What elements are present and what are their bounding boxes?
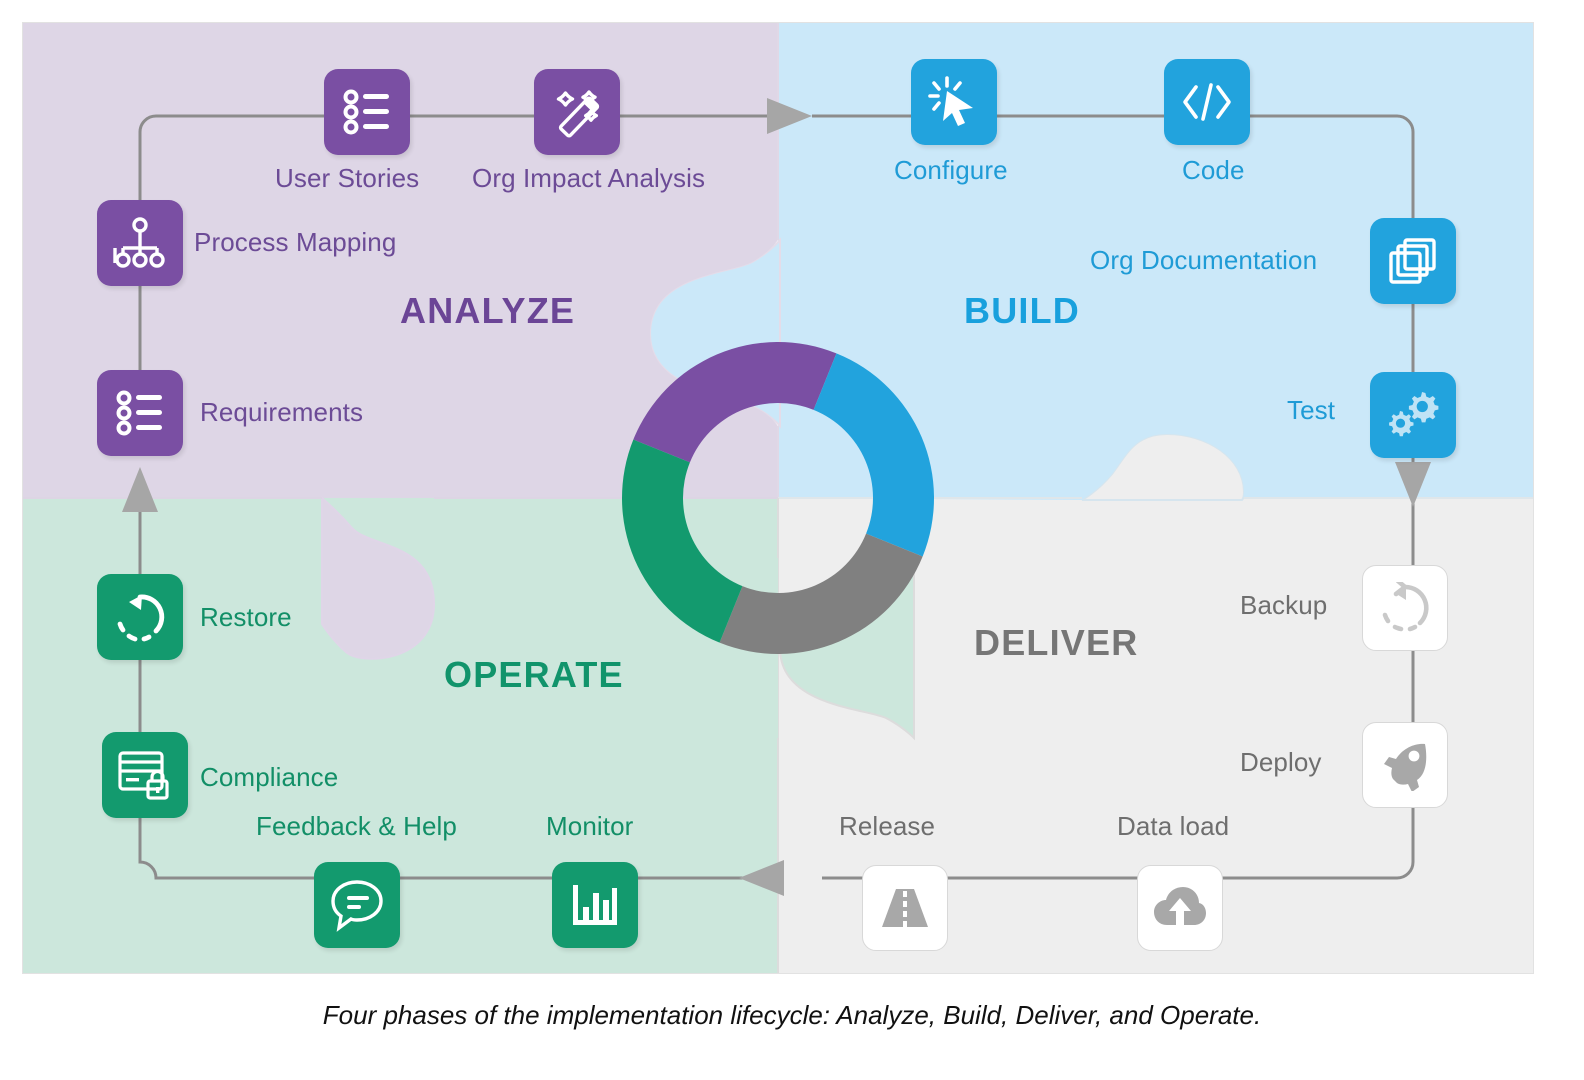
- step-label-code: Code: [1182, 155, 1245, 185]
- step-label-feedback-help: Feedback & Help: [256, 811, 457, 841]
- phase-title-analyze: ANALYZE: [400, 290, 576, 331]
- org-chart-icon: [113, 217, 165, 268]
- step-node-code[interactable]: [1164, 59, 1250, 145]
- bar-chart-icon: [573, 885, 617, 925]
- step-node-configure[interactable]: [911, 59, 997, 145]
- lifecycle-diagram: User Stories Org Impact Analysis Process…: [0, 0, 1584, 1080]
- step-node-backup[interactable]: [1362, 565, 1448, 651]
- step-node-process-mapping[interactable]: [97, 200, 183, 286]
- figure-caption: Four phases of the implementation lifecy…: [322, 1000, 1262, 1030]
- bulleted-list-icon: [343, 89, 389, 135]
- step-label-data-load: Data load: [1117, 811, 1230, 841]
- step-label-process-mapping: Process Mapping: [194, 227, 397, 257]
- card-lock-icon: [118, 751, 169, 800]
- step-node-compliance[interactable]: [102, 732, 188, 818]
- speech-bubble-icon: [331, 880, 383, 932]
- step-node-restore[interactable]: [97, 574, 183, 660]
- gears-icon: [1389, 392, 1439, 437]
- step-label-backup: Backup: [1240, 590, 1328, 620]
- step-label-configure: Configure: [894, 155, 1008, 185]
- step-label-test: Test: [1287, 395, 1336, 425]
- lifecycle-donut-chart: [622, 342, 934, 654]
- magic-wand-icon: [556, 90, 600, 138]
- step-label-release: Release: [839, 811, 936, 841]
- phase-title-build: BUILD: [964, 290, 1080, 331]
- step-label-org-documentation: Org Documentation: [1090, 245, 1318, 275]
- stacked-cards-icon: [1389, 238, 1436, 284]
- step-label-deploy: Deploy: [1240, 747, 1322, 777]
- step-label-requirements: Requirements: [200, 397, 364, 427]
- restore-arrow-icon: [117, 594, 165, 642]
- click-cursor-icon: [928, 76, 973, 126]
- phase-title-operate: OPERATE: [444, 654, 624, 695]
- puzzle-board: User Stories Org Impact Analysis Process…: [22, 22, 1534, 974]
- cloud-upload-icon: [1154, 887, 1206, 926]
- step-node-monitor[interactable]: [552, 862, 638, 948]
- rocket-icon: [1384, 743, 1427, 791]
- step-label-org-impact-analysis: Org Impact Analysis: [472, 163, 706, 193]
- code-brackets-icon: [1183, 83, 1231, 121]
- step-label-monitor: Monitor: [546, 811, 634, 841]
- step-node-org-documentation[interactable]: [1370, 218, 1456, 304]
- step-label-compliance: Compliance: [200, 762, 339, 792]
- step-label-restore: Restore: [200, 602, 292, 632]
- step-node-test[interactable]: [1370, 372, 1456, 458]
- step-node-user-stories[interactable]: [324, 69, 410, 155]
- step-node-deploy[interactable]: [1362, 722, 1448, 808]
- step-node-org-impact-analysis[interactable]: [534, 69, 620, 155]
- bulleted-list-icon: [116, 390, 162, 436]
- step-node-feedback-help[interactable]: [314, 862, 400, 948]
- step-label-user-stories: User Stories: [275, 163, 420, 193]
- phase-title-deliver: DELIVER: [974, 622, 1139, 663]
- restore-arrow-icon: [1382, 582, 1429, 632]
- step-node-data-load[interactable]: [1137, 865, 1223, 951]
- step-node-release[interactable]: [862, 865, 948, 951]
- road-icon: [882, 889, 928, 927]
- step-node-requirements[interactable]: [97, 370, 183, 456]
